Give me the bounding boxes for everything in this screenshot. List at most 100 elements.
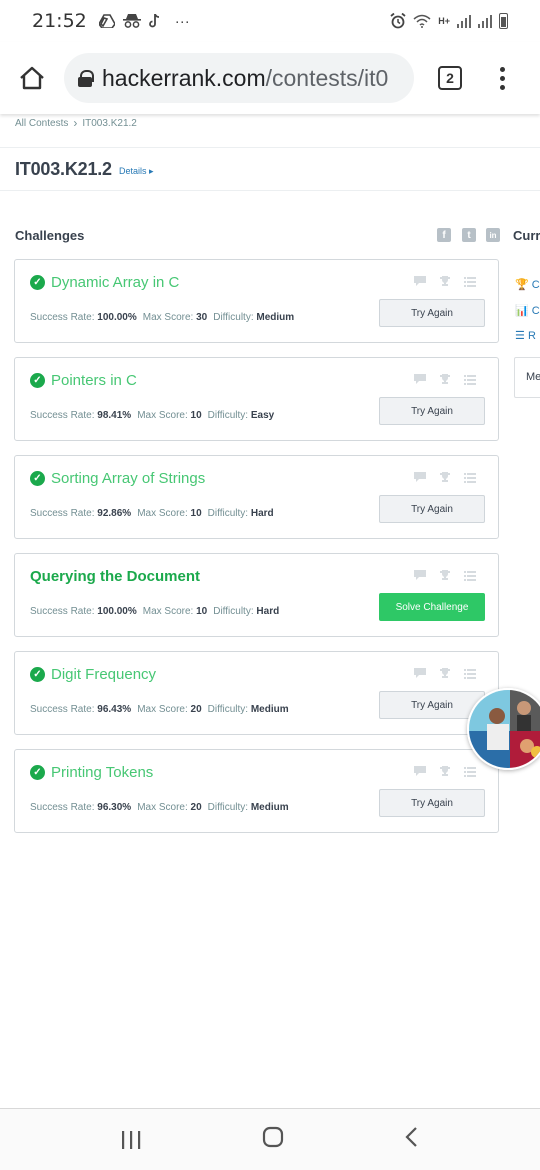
difficulty-value: Easy [250, 410, 275, 421]
success-rate-label: Success Rate: [30, 410, 95, 421]
check-circle-icon: ✓ [30, 765, 45, 780]
max-score-label: Max Score: [137, 508, 188, 519]
challenge-card[interactable]: ✓ Dynamic Array in C Success Rate: 100.00%… [14, 259, 499, 343]
try-again-button[interactable]: Try Again [379, 789, 485, 817]
browser-menu-button[interactable] [500, 66, 505, 90]
success-rate-label: Success Rate: [30, 606, 95, 617]
back-button[interactable] [404, 1126, 420, 1153]
max-score-value: 10 [190, 410, 202, 421]
challenge-title[interactable]: ✓ Sorting Array of Strings [30, 470, 205, 487]
challenge-name: Pointers in C [51, 372, 137, 389]
alarm-icon [390, 13, 406, 29]
challenges-heading: Challenges [15, 228, 85, 243]
difficulty-value: Medium [250, 802, 289, 813]
challenge-meta: Success Rate: 92.86% Max Score: 10 Difficu… [30, 508, 274, 519]
trophy-icon[interactable] [439, 374, 451, 385]
drive-icon [98, 14, 115, 28]
video-thumbnail-icon [469, 690, 540, 768]
sidebar-link-leaderboard[interactable]: 🏆 C [515, 278, 540, 291]
breadcrumb: All Contests › IT003.K21.2 [15, 116, 137, 130]
challenge-title[interactable]: ✓ Pointers in C [30, 372, 137, 389]
incognito-icon [122, 14, 141, 28]
challenge-meta: Success Rate: 96.30% Max Score: 20 Difficu… [30, 802, 289, 813]
trophy-icon: 🏆 [515, 279, 529, 291]
trophy-icon[interactable] [439, 668, 451, 679]
challenge-card[interactable]: ✓ Sorting Array of Strings Success Rate: 9… [14, 455, 499, 539]
trophy-icon[interactable] [439, 276, 451, 287]
trophy-icon[interactable] [439, 570, 451, 581]
challenge-icons [414, 570, 476, 581]
details-link[interactable]: Details ▸ [119, 166, 154, 177]
sidebar-box[interactable]: Me [514, 357, 540, 398]
challenge-title[interactable]: ✓ Digit Frequency [30, 666, 156, 683]
challenge-meta: Success Rate: 98.41% Max Score: 10 Difficu… [30, 410, 274, 421]
challenge-title[interactable]: Querying the Document [30, 568, 200, 585]
speech-bubble-icon[interactable] [414, 472, 426, 483]
breadcrumb-current: IT003.K21.2 [82, 117, 137, 129]
list-icon[interactable] [464, 668, 476, 679]
back-chevron-icon [405, 1127, 417, 1147]
challenge-card[interactable]: ✓ Digit Frequency Success Rate: 96.43% Max … [14, 651, 499, 735]
challenge-card[interactable]: ✓ Pointers in C Success Rate: 98.41% Max Sc… [14, 357, 499, 441]
check-circle-icon: ✓ [30, 471, 45, 486]
challenge-icons [414, 374, 476, 385]
speech-bubble-icon[interactable] [414, 766, 426, 777]
breadcrumb-all-contests[interactable]: All Contests [15, 118, 68, 129]
solve-challenge-button[interactable]: Solve Challenge [379, 593, 485, 621]
trophy-icon[interactable] [439, 766, 451, 777]
twitter-share-icon[interactable]: t [462, 228, 476, 242]
check-circle-icon: ✓ [30, 667, 45, 682]
speech-bubble-icon[interactable] [414, 570, 426, 581]
challenge-meta: Success Rate: 100.00% Max Score: 10 Diffic… [30, 606, 279, 617]
challenge-meta: Success Rate: 96.43% Max Score: 20 Difficu… [30, 704, 289, 715]
success-rate-value: 96.43% [97, 704, 132, 715]
floating-video-bubble[interactable] [467, 688, 540, 770]
max-score-value: 20 [190, 802, 202, 813]
sidebar-link-stats[interactable]: 📊 C [515, 304, 540, 317]
try-again-button[interactable]: Try Again [379, 495, 485, 523]
recent-apps-button[interactable] [120, 1130, 142, 1150]
divider [0, 190, 540, 191]
try-again-button[interactable]: Try Again [379, 299, 485, 327]
speech-bubble-icon[interactable] [414, 668, 426, 679]
try-again-button[interactable]: Try Again [379, 397, 485, 425]
menu-dot-icon [500, 75, 505, 81]
list-icon[interactable] [464, 570, 476, 581]
difficulty-label: Difficulty: [207, 410, 249, 421]
list-icon[interactable] [464, 276, 476, 287]
facebook-share-icon[interactable]: f [437, 228, 451, 242]
difficulty-label: Difficulty: [213, 606, 254, 617]
speech-bubble-icon[interactable] [414, 276, 426, 287]
browser-toolbar: hackerrank.com/contests/it0 2 [0, 42, 540, 114]
sidebar-heading: Curr [513, 228, 540, 243]
max-score-label: Max Score: [137, 704, 188, 715]
url-path: /contests/it0 [265, 64, 389, 91]
challenge-title[interactable]: ✓ Printing Tokens [30, 764, 153, 781]
max-score-label: Max Score: [142, 606, 194, 617]
success-rate-label: Success Rate: [30, 704, 95, 715]
difficulty-label: Difficulty: [207, 508, 249, 519]
challenge-title[interactable]: ✓ Dynamic Array in C [30, 274, 179, 291]
linkedin-share-icon[interactable]: in [486, 228, 500, 242]
list-icon: ☰ [515, 330, 525, 342]
trophy-icon[interactable] [439, 472, 451, 483]
home-button[interactable] [0, 42, 64, 114]
menu-dot-icon [500, 84, 505, 90]
success-rate-value: 100.00% [97, 606, 137, 617]
sidebar-link-rules[interactable]: ☰ R [515, 329, 536, 342]
tab-switcher-button[interactable]: 2 [438, 66, 462, 90]
check-circle-icon: ✓ [30, 275, 45, 290]
list-icon[interactable] [464, 374, 476, 385]
home-nav-button[interactable] [262, 1126, 284, 1153]
list-icon[interactable] [464, 766, 476, 777]
speech-bubble-icon[interactable] [414, 374, 426, 385]
difficulty-label: Difficulty: [207, 802, 249, 813]
challenge-card[interactable]: ✓ Printing Tokens Success Rate: 96.30% Max … [14, 749, 499, 833]
list-icon[interactable] [464, 472, 476, 483]
challenge-card[interactable]: Querying the Document Success Rate: 100.0… [14, 553, 499, 637]
recent-apps-icon [122, 1130, 141, 1149]
bar-chart-icon: 📊 [515, 305, 529, 317]
max-score-label: Max Score: [142, 312, 194, 323]
address-bar[interactable]: hackerrank.com/contests/it0 [64, 53, 414, 103]
breadcrumb-separator: › [73, 116, 78, 130]
